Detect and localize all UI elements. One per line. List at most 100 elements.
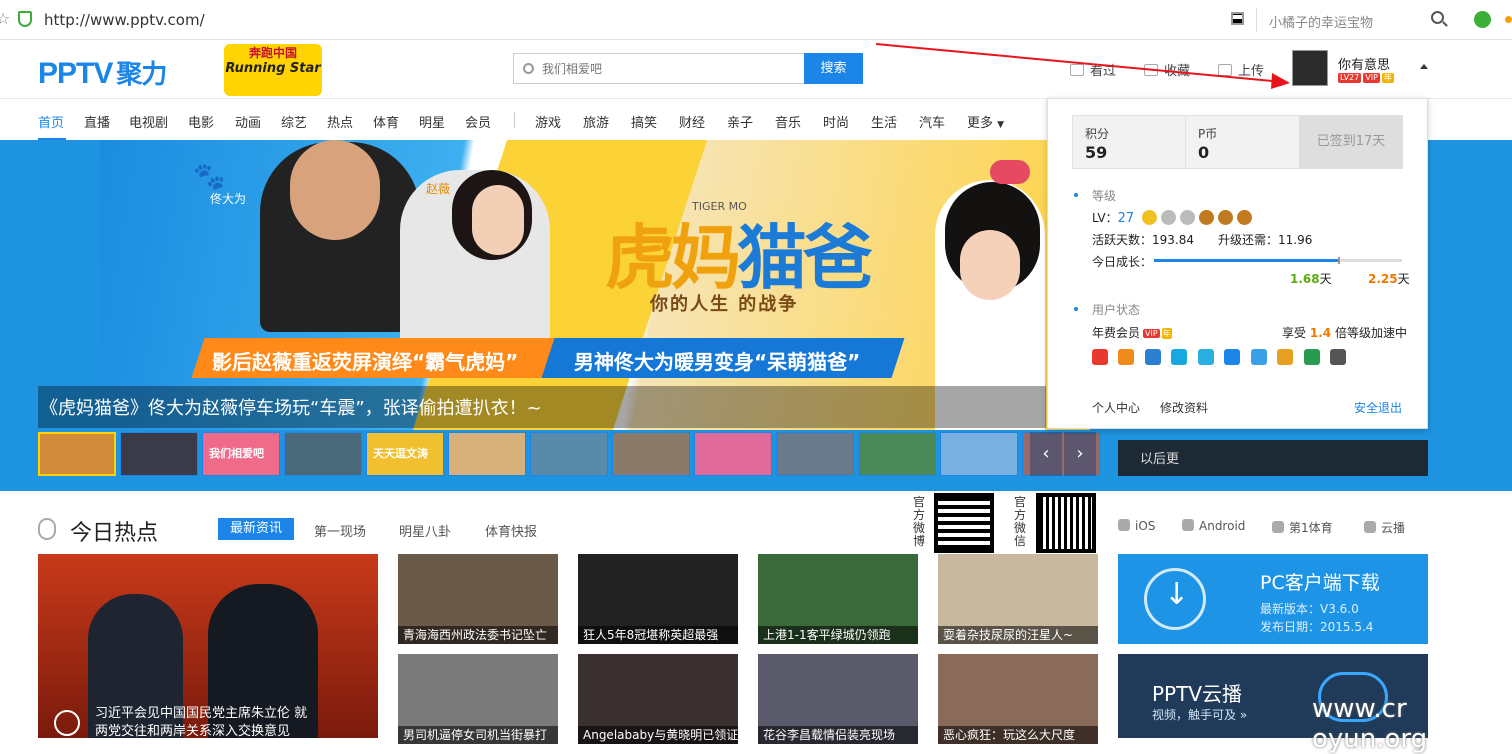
tab-star-gossip[interactable]: 明星八卦 bbox=[399, 521, 451, 540]
privilege-person-icon[interactable] bbox=[1171, 349, 1187, 365]
growth-current-value: 1.68 bbox=[1290, 272, 1320, 286]
points-value: 59 bbox=[1085, 143, 1108, 162]
news-card[interactable]: Angelababy与黄晓明已领证 bbox=[578, 654, 738, 744]
extension-icon[interactable] bbox=[1505, 16, 1512, 23]
banner-thumbnail[interactable]: 我们相爱吧 bbox=[202, 432, 280, 476]
privilege-noad-icon[interactable] bbox=[1092, 349, 1108, 365]
banner-thumbnail[interactable] bbox=[448, 432, 526, 476]
prev-arrow[interactable]: ‹ bbox=[1030, 432, 1062, 476]
nav-item-movie[interactable]: 电影 bbox=[188, 112, 214, 131]
banner-thumbnail[interactable] bbox=[284, 432, 362, 476]
side-panel[interactable]: 以后更 bbox=[1118, 440, 1428, 476]
logout-link[interactable]: 安全退出 bbox=[1354, 399, 1402, 416]
nav-item-life[interactable]: 生活 bbox=[871, 112, 897, 131]
upload-button[interactable]: 上传 bbox=[1218, 60, 1264, 79]
nav-item-hot[interactable]: 热点 bbox=[327, 112, 353, 131]
caption-right: 男神佟大为暖男变身“呆萌猫爸” bbox=[574, 350, 861, 374]
lv-label: LV： bbox=[1092, 211, 1118, 225]
nav-item-vip[interactable]: 会员 bbox=[465, 112, 491, 131]
nav-item-stars[interactable]: 明星 bbox=[419, 112, 445, 131]
username[interactable]: 你有意思 bbox=[1338, 54, 1390, 73]
bookmark-star-icon[interactable]: ☆ bbox=[0, 9, 10, 28]
tab-sports-news[interactable]: 体育快报 bbox=[485, 521, 537, 540]
news-card[interactable]: 青海海西州政法委书记坠亡 bbox=[398, 554, 558, 644]
nav-item-sports[interactable]: 体育 bbox=[373, 112, 399, 131]
nav-item-auto[interactable]: 汽车 bbox=[919, 112, 945, 131]
banner-thumbnail[interactable]: 天天逗文涛 bbox=[366, 432, 444, 476]
caret-up-icon[interactable] bbox=[1420, 64, 1428, 69]
wechat-icon[interactable] bbox=[1474, 11, 1491, 28]
banner-thumbnail[interactable] bbox=[858, 432, 936, 476]
privilege-plane-icon[interactable] bbox=[1198, 349, 1214, 365]
flame-icon bbox=[38, 518, 56, 540]
search-button[interactable]: 搜索 bbox=[804, 53, 863, 84]
search-input[interactable] bbox=[542, 59, 792, 79]
running-star-promo[interactable]: 奔跑中国 Running Star bbox=[224, 44, 322, 96]
star-icon bbox=[1236, 210, 1252, 225]
search-icon[interactable] bbox=[1431, 11, 1444, 24]
banner-thumbnail[interactable] bbox=[776, 432, 854, 476]
banner-thumbnail[interactable] bbox=[940, 432, 1018, 476]
privilege-box-icon[interactable] bbox=[1277, 349, 1293, 365]
nav-item-parenting[interactable]: 亲子 bbox=[727, 112, 753, 131]
pc-client-download[interactable]: PC客户端下载 最新版本：V3.6.0 发布日期：2015.5.4 bbox=[1118, 554, 1428, 644]
nav-item-funny[interactable]: 搞笑 bbox=[631, 112, 657, 131]
nav-item-travel[interactable]: 旅游 bbox=[583, 112, 609, 131]
privilege-mask-icon[interactable] bbox=[1330, 349, 1346, 365]
ios-label: iOS bbox=[1135, 519, 1156, 533]
qr-code-icon[interactable] bbox=[1231, 12, 1244, 25]
nav-item-games[interactable]: 游戏 bbox=[535, 112, 561, 131]
banner-thumbnail[interactable] bbox=[694, 432, 772, 476]
cloud-play-link[interactable]: 云播 bbox=[1364, 519, 1405, 536]
privilege-cloud-icon[interactable] bbox=[1251, 349, 1267, 365]
next-arrow[interactable]: › bbox=[1064, 432, 1096, 476]
privilege-rocket-icon[interactable] bbox=[1118, 349, 1134, 365]
points-cell[interactable]: 积分 59 bbox=[1073, 116, 1185, 168]
privilege-hd-icon[interactable] bbox=[1145, 349, 1161, 365]
featured-news-caption[interactable]: 习近平会见中国国民党主席朱立伦 就两党交往和两岸关系深入交换意见 bbox=[95, 705, 315, 741]
privilege-image-icon[interactable] bbox=[1304, 349, 1320, 365]
nav-item-anime[interactable]: 动画 bbox=[235, 112, 261, 131]
favorites-button[interactable]: 收藏 bbox=[1144, 60, 1190, 79]
browser-search-input[interactable]: 小橘子的幸运宝物 bbox=[1269, 12, 1373, 31]
signin-button[interactable]: 已签到17天 bbox=[1299, 116, 1403, 168]
nav-item-fashion[interactable]: 时尚 bbox=[823, 112, 849, 131]
news-card[interactable]: 耍着杂技尿尿的汪星人~ bbox=[938, 554, 1098, 644]
banner-thumbnail[interactable] bbox=[612, 432, 690, 476]
news-card[interactable]: 上港1-1客平绿城仍领跑 bbox=[758, 554, 918, 644]
more-label: 更多 bbox=[967, 116, 994, 131]
android-link[interactable]: Android bbox=[1182, 519, 1245, 533]
search-box[interactable] bbox=[513, 53, 805, 84]
tab-first-scene[interactable]: 第一现场 bbox=[314, 521, 366, 540]
privilege-disc-icon[interactable] bbox=[1224, 349, 1240, 365]
play-icon[interactable] bbox=[54, 710, 80, 736]
apple-icon bbox=[1118, 519, 1130, 531]
address-url[interactable]: http://www.pptv.com/ bbox=[44, 11, 205, 29]
news-card[interactable]: 恶心疯狂：玩这么大尺度 bbox=[938, 654, 1098, 744]
ios-link[interactable]: iOS bbox=[1118, 519, 1155, 533]
section-title: 今日热点 bbox=[70, 521, 159, 546]
news-card[interactable]: 男司机逼停女司机当街暴打 bbox=[398, 654, 558, 744]
pcoin-cell[interactable]: P币 0 bbox=[1185, 116, 1299, 168]
user-center-link[interactable]: 个人中心 bbox=[1092, 399, 1140, 416]
edit-profile-link[interactable]: 修改资料 bbox=[1160, 399, 1208, 416]
history-button[interactable]: 看过 bbox=[1070, 60, 1116, 79]
sports-app-link[interactable]: 第1体育 bbox=[1272, 519, 1333, 536]
nav-item-variety[interactable]: 综艺 bbox=[281, 112, 307, 131]
news-card[interactable]: 狂人5年8冠堪称英超最强 bbox=[578, 554, 738, 644]
news-card[interactable]: 花谷李昌载情侣装亮现场 bbox=[758, 654, 918, 744]
nav-item-more[interactable]: 更多 ▼ bbox=[967, 112, 1004, 131]
pptv-logo[interactable]: PPTV 聚力 bbox=[38, 54, 167, 90]
nav-item-live[interactable]: 直播 bbox=[84, 112, 110, 131]
enjoy-multiplier: 1.4 bbox=[1309, 326, 1332, 340]
banner-thumbnail[interactable] bbox=[120, 432, 198, 476]
banner-thumbnail[interactable] bbox=[530, 432, 608, 476]
avatar[interactable] bbox=[1292, 50, 1328, 86]
nav-item-finance[interactable]: 财经 bbox=[679, 112, 705, 131]
nav-item-music[interactable]: 音乐 bbox=[775, 112, 801, 131]
tab-latest[interactable]: 最新资讯 bbox=[218, 518, 294, 540]
banner-thumbnail[interactable] bbox=[38, 432, 116, 476]
nav-item-tv[interactable]: 电视剧 bbox=[129, 112, 168, 131]
nav-item-home[interactable]: 首页 bbox=[38, 112, 64, 131]
banner-headline[interactable]: 《虎妈猫爸》佟大为赵薇停车场玩“车震”，张译偷拍遭扒衣！~ bbox=[40, 394, 542, 420]
